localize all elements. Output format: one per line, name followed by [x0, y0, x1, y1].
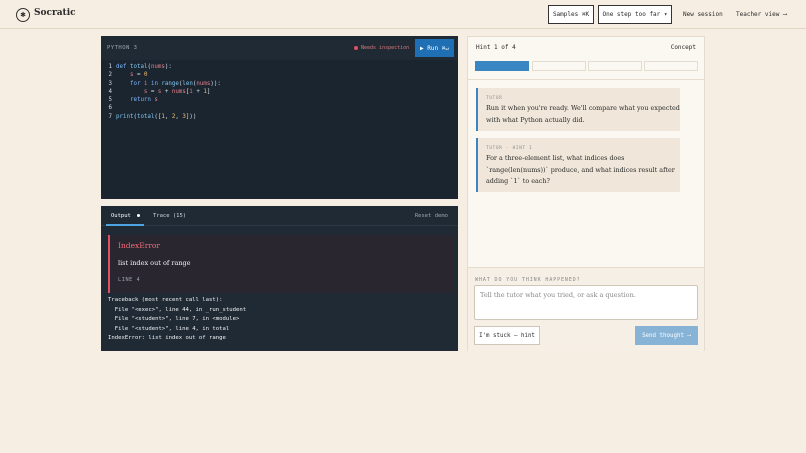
tab-trace[interactable]: Trace (15): [153, 213, 186, 219]
code-line: 2 s = 0: [101, 71, 458, 79]
app-name: Socratic: [34, 8, 76, 18]
message-author: TUTOR: [486, 95, 503, 100]
compose-label: WHAT DO YOU THINK HAPPENED?: [475, 277, 581, 283]
code-line: 6: [101, 104, 458, 112]
tab-underline: [106, 224, 144, 226]
logo-icon: ✱: [16, 8, 30, 22]
message-body: For a three-element list, what indices d…: [486, 154, 675, 186]
concept-label[interactable]: Concept: [671, 44, 696, 51]
output-tabs: Output Trace (15) Reset demo: [101, 206, 458, 226]
error-line: LINE 4: [118, 277, 141, 283]
tutor-panel: Hint 1 of 4 Concept TUTOR Run it when yo…: [467, 36, 705, 351]
samples-button[interactable]: Samples ⌘K: [548, 5, 594, 24]
error-message: list index out of range: [118, 259, 191, 267]
language-label: PYTHON 3: [107, 45, 138, 51]
hint-progress-step: [475, 61, 529, 71]
status-label: Needs inspection: [361, 45, 410, 51]
code-line: 4 s = s + nums[i + 1]: [101, 88, 458, 96]
send-thought-button[interactable]: Send thought ⟶: [635, 326, 698, 345]
tab-output[interactable]: Output: [111, 213, 141, 219]
tutor-message: TUTOR · HINT 1 For a three-element list,…: [476, 138, 680, 192]
line-number: 4: [108, 88, 113, 95]
line-number: 7: [108, 113, 113, 120]
mode-select[interactable]: One step too far ▾: [598, 5, 672, 24]
teacher-view-link[interactable]: Teacher view ⟶: [736, 11, 787, 18]
message-author: TUTOR · HINT 1: [486, 145, 533, 150]
code-line: 7 print(total([1, 2, 3])): [101, 113, 458, 121]
line-number: 2: [108, 72, 113, 79]
line-number: 3: [108, 80, 113, 87]
code-line: 5 return s: [101, 96, 458, 104]
stuck-hint-button[interactable]: I'm stuck — hint: [474, 326, 540, 345]
status-badge: Needs inspection: [354, 45, 409, 51]
code-line: 3 for i in range(len(nums)):: [101, 80, 458, 88]
active-dot-icon: [137, 214, 141, 217]
reset-demo-button[interactable]: Reset demo: [415, 213, 448, 219]
editor-toolbar: PYTHON 3 Needs inspection ▶ Run ⌘↵: [101, 36, 458, 60]
code-editor: PYTHON 3 Needs inspection ▶ Run ⌘↵ 1 def…: [101, 36, 458, 199]
divider: [468, 79, 704, 80]
hint-progress-step: [532, 61, 586, 71]
output-panel: Output Trace (15) Reset demo IndexError …: [101, 206, 458, 351]
hint-counter: Hint 1 of 4: [476, 44, 516, 51]
line-number: 5: [108, 97, 113, 104]
status-dot-icon: [354, 46, 358, 50]
code-area[interactable]: 1 def total(nums): 2 s = 0 3 for i in ra…: [101, 60, 458, 199]
code-line: 1 def total(nums):: [101, 63, 458, 71]
compose-area: WHAT DO YOU THINK HAPPENED? Tell the tut…: [468, 267, 704, 351]
error-type: IndexError: [118, 241, 161, 250]
line-number: 6: [108, 105, 113, 112]
hint-progress-step: [644, 61, 698, 71]
tutor-message: TUTOR Run it when you're ready. We'll co…: [476, 88, 680, 131]
app-header: ✱ Socratic Samples ⌘K One step too far ▾…: [0, 0, 806, 29]
run-button[interactable]: ▶ Run ⌘↵: [415, 39, 454, 57]
thought-input[interactable]: Tell the tutor what you tried, or ask a …: [474, 285, 698, 320]
new-session-link[interactable]: New session: [683, 11, 723, 18]
error-box: IndexError list index out of range LINE …: [108, 235, 454, 293]
message-body: Run it when you're ready. We'll compare …: [486, 104, 680, 124]
hint-progress-step: [588, 61, 642, 71]
line-number: 1: [108, 64, 113, 70]
traceback: Traceback (most recent call last): File …: [108, 297, 247, 341]
